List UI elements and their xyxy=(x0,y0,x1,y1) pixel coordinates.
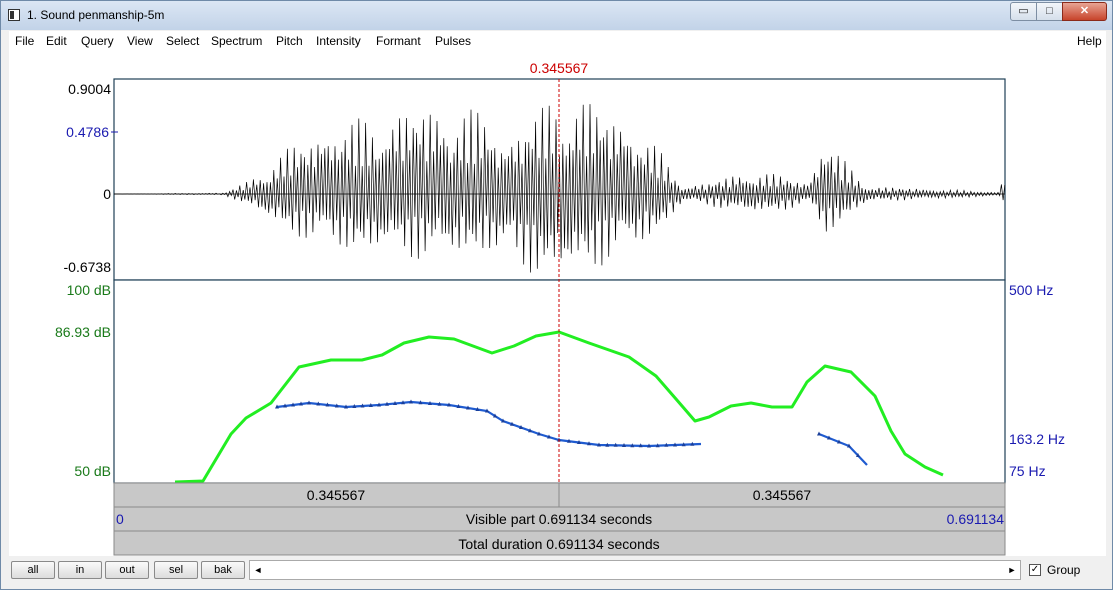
editor-canvas[interactable]: 0.345567 0.9004 0.4786 0 -0.6738 100 dB … xyxy=(9,51,1106,556)
minimize-button[interactable]: ▭ xyxy=(1010,2,1037,21)
total-duration-label: Total duration 0.691134 seconds xyxy=(458,536,659,552)
time-scrollbar[interactable]: ◄ ► xyxy=(249,560,1021,580)
footer-controls: all in out sel bak ◄ ► ✓ Group xyxy=(9,556,1106,587)
time-segment-left-label: 0.345567 xyxy=(307,487,366,503)
menu-pitch[interactable]: Pitch xyxy=(276,34,303,48)
waveform-cursor-value: 0.4786 xyxy=(66,124,109,140)
group-checkbox-label: Group xyxy=(1047,563,1081,577)
menu-edit[interactable]: Edit xyxy=(46,34,67,48)
zoom-all-button[interactable]: all xyxy=(11,561,55,579)
menu-spectrum[interactable]: Spectrum xyxy=(211,34,262,48)
cursor-time-label: 0.345567 xyxy=(530,60,589,76)
time-segment-right-label: 0.345567 xyxy=(753,487,812,503)
menu-formant[interactable]: Formant xyxy=(376,34,421,48)
waveform-max-label: 0.9004 xyxy=(68,81,111,97)
zoom-selection-button[interactable]: sel xyxy=(154,561,198,579)
close-button[interactable]: ✕ xyxy=(1062,2,1107,21)
zoom-in-button[interactable]: in xyxy=(58,561,102,579)
pitch-top-label: 500 Hz xyxy=(1009,282,1053,298)
scroll-right-arrow-icon[interactable]: ► xyxy=(1004,561,1020,579)
menu-select[interactable]: Select xyxy=(166,34,199,48)
waveform-zero-label: 0 xyxy=(103,186,111,202)
waveform-min-label: -0.6738 xyxy=(64,259,112,275)
window-title: 1. Sound penmanship-5m xyxy=(27,8,165,22)
intensity-top-label: 100 dB xyxy=(67,282,111,298)
scroll-left-arrow-icon[interactable]: ◄ xyxy=(250,561,266,579)
praat-sound-window: 1. Sound penmanship-5m ▭ □ ✕ File Edit Q… xyxy=(0,0,1113,590)
zoom-back-button[interactable]: bak xyxy=(201,561,245,579)
title-bar[interactable]: 1. Sound penmanship-5m ▭ □ ✕ xyxy=(1,1,1112,30)
zoom-out-button[interactable]: out xyxy=(105,561,149,579)
editor-area: 0.345567 0.9004 0.4786 0 -0.6738 100 dB … xyxy=(9,51,1106,556)
pitch-cursor-label: 163.2 Hz xyxy=(1009,431,1065,447)
intensity-cursor-label: 86.93 dB xyxy=(55,324,111,340)
group-checkbox[interactable]: ✓ xyxy=(1029,564,1041,576)
menu-file[interactable]: File xyxy=(15,34,34,48)
visible-start-label: 0 xyxy=(116,511,124,527)
window-app-icon[interactable] xyxy=(8,9,20,21)
menu-pulses[interactable]: Pulses xyxy=(435,34,471,48)
menu-bar: File Edit Query View Select Spectrum Pit… xyxy=(9,31,1106,51)
menu-query[interactable]: Query xyxy=(81,34,114,48)
menu-view[interactable]: View xyxy=(127,34,153,48)
visible-part-label: Visible part 0.691134 seconds xyxy=(466,511,652,527)
intensity-bottom-label: 50 dB xyxy=(74,463,111,479)
maximize-button[interactable]: □ xyxy=(1036,2,1063,21)
menu-intensity[interactable]: Intensity xyxy=(316,34,361,48)
visible-end-label: 0.691134 xyxy=(947,511,1005,527)
menu-help[interactable]: Help xyxy=(1077,34,1102,48)
pitch-bottom-label: 75 Hz xyxy=(1009,463,1046,479)
